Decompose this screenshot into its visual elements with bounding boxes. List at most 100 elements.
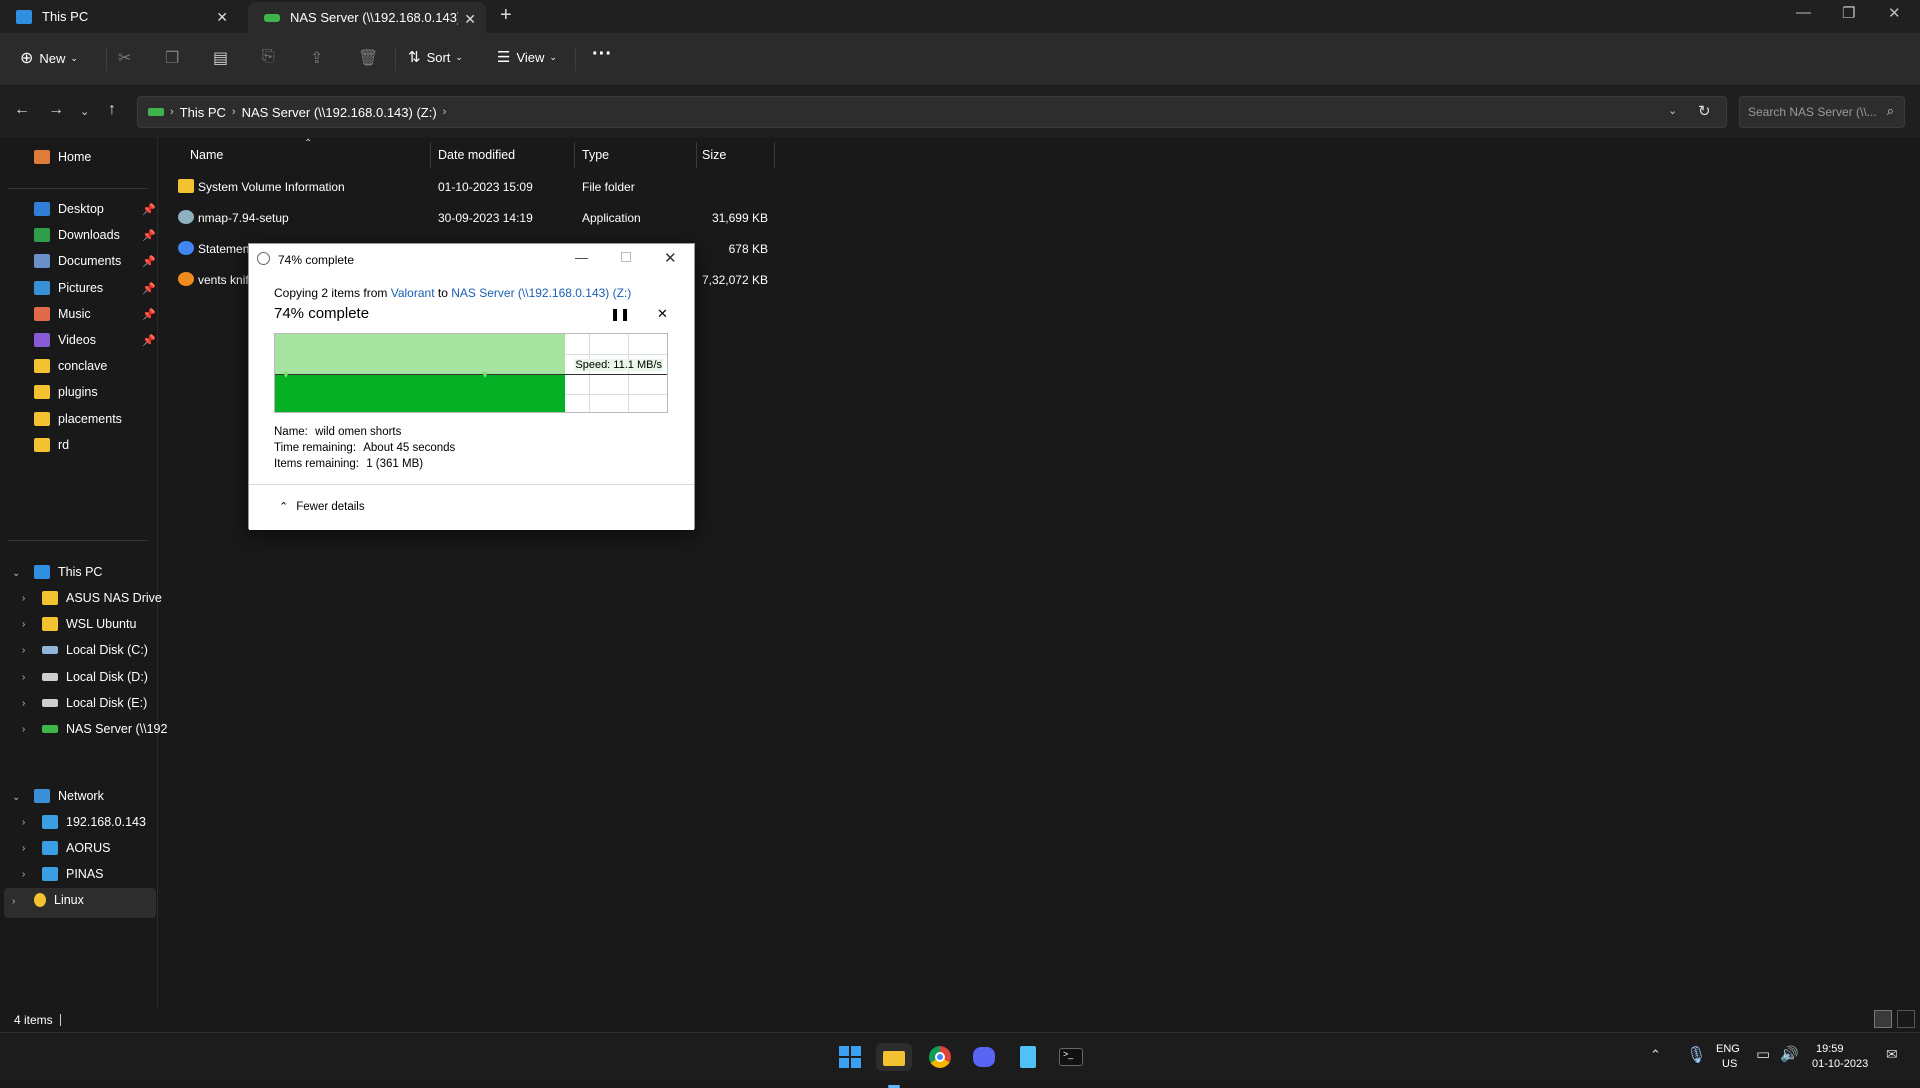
sidebar-item-pictures[interactable]: Pictures: [34, 280, 103, 295]
column-divider[interactable]: [430, 142, 431, 168]
breadcrumb-this-pc[interactable]: This PC: [180, 105, 226, 120]
tab-this-pc[interactable]: This PC ✕: [0, 0, 238, 33]
pin-icon[interactable]: 📌: [142, 229, 156, 242]
close-tab-icon[interactable]: ✕: [216, 9, 228, 26]
cut-icon[interactable]: ✂: [118, 48, 131, 68]
expand-chevron-icon[interactable]: ⌄: [12, 792, 20, 803]
minimize-icon[interactable]: —: [575, 250, 588, 265]
sidebar-item-linux[interactable]: Linux: [34, 893, 84, 907]
paste-icon[interactable]: ▤: [213, 48, 228, 68]
chrome-icon[interactable]: [926, 1043, 954, 1071]
delete-icon[interactable]: 🗑: [358, 48, 378, 68]
close-window-icon[interactable]: ✕: [1888, 4, 1901, 22]
column-header-size[interactable]: Size: [702, 148, 726, 162]
more-options-icon[interactable]: ···: [592, 43, 612, 66]
new-button[interactable]: ⊕ New ⌄: [20, 48, 78, 68]
minimize-icon[interactable]: —: [1796, 4, 1811, 21]
breadcrumb-nas-server[interactable]: NAS Server (\\192.168.0.143) (Z:): [242, 105, 437, 120]
expand-chevron-icon[interactable]: ›: [22, 698, 25, 709]
network-status-icon[interactable]: ▭: [1756, 1045, 1770, 1063]
sidebar-item-videos[interactable]: Videos: [34, 333, 96, 347]
sidebar-item-network-computer[interactable]: PINAS: [42, 867, 104, 882]
expand-chevron-icon[interactable]: ⌄: [12, 568, 20, 579]
destination-link[interactable]: NAS Server (\\192.168.0.143) (Z:): [451, 286, 631, 300]
chevron-up-icon[interactable]: ⌃: [1650, 1047, 1661, 1063]
pause-icon[interactable]: ❚❚: [610, 307, 630, 321]
sidebar-item-drive[interactable]: Local Disk (D:): [42, 670, 148, 684]
expand-chevron-icon[interactable]: ›: [22, 593, 25, 604]
pin-icon[interactable]: 📌: [142, 334, 156, 347]
column-header-name[interactable]: Name: [190, 148, 223, 162]
search-input[interactable]: Search NAS Server (\\... ⌕: [1739, 96, 1905, 128]
back-arrow-icon[interactable]: ←: [14, 101, 30, 119]
pin-icon[interactable]: 📌: [142, 308, 156, 321]
tiles-view-icon[interactable]: [1897, 1010, 1915, 1028]
up-arrow-icon[interactable]: ↑: [108, 101, 116, 119]
sidebar-item-network-computer[interactable]: AORUS: [42, 841, 110, 856]
microphone-icon[interactable]: 🎙: [1686, 1045, 1706, 1065]
file-explorer-icon[interactable]: [876, 1043, 912, 1088]
sidebar-item-placements[interactable]: placements: [34, 411, 122, 426]
expand-chevron-icon[interactable]: ›: [12, 896, 15, 907]
address-bar[interactable]: › This PC › NAS Server (\\192.168.0.143)…: [137, 96, 1727, 128]
rename-icon[interactable]: ⎘: [262, 48, 275, 66]
sidebar-item-desktop[interactable]: Desktop: [34, 202, 104, 216]
sidebar-item-rd[interactable]: rd: [34, 437, 69, 452]
language-top[interactable]: ENG: [1716, 1043, 1740, 1055]
sidebar-item-network[interactable]: Network: [34, 789, 104, 803]
pin-icon[interactable]: 📌: [142, 282, 156, 295]
table-row[interactable]: System Volume Information 01-10-2023 15:0…: [160, 172, 780, 202]
sidebar-item-this-pc[interactable]: This PC: [34, 565, 102, 579]
clock-time[interactable]: 19:59: [1816, 1043, 1844, 1055]
expand-chevron-icon[interactable]: ›: [22, 724, 25, 735]
sidebar-item-plugins[interactable]: plugins: [34, 385, 98, 400]
sidebar-item-drive[interactable]: ASUS NAS Drive: [42, 591, 162, 605]
sidebar-item-drive[interactable]: WSL Ubuntu: [42, 617, 136, 632]
column-divider[interactable]: [774, 142, 775, 168]
close-tab-icon[interactable]: ✕: [464, 11, 476, 28]
clock-date[interactable]: 01-10-2023: [1812, 1058, 1868, 1070]
expand-chevron-icon[interactable]: ›: [22, 817, 25, 828]
view-button[interactable]: ☰ View ⌄: [497, 48, 557, 66]
cancel-icon[interactable]: ✕: [657, 306, 668, 322]
restore-icon[interactable]: ❐: [1842, 4, 1855, 22]
expand-chevron-icon[interactable]: ›: [22, 645, 25, 656]
new-tab-button[interactable]: +: [500, 4, 512, 27]
sidebar-item-network-computer[interactable]: 192.168.0.143: [42, 815, 146, 829]
sidebar-item-documents[interactable]: Documents: [34, 254, 121, 269]
share-icon[interactable]: ⇪: [310, 48, 323, 68]
sidebar-item-conclave[interactable]: conclave: [34, 359, 107, 374]
volume-icon[interactable]: 🔊: [1780, 1045, 1799, 1063]
sort-button[interactable]: ⇅ Sort ⌄: [408, 48, 463, 66]
start-windows-icon[interactable]: [836, 1043, 864, 1071]
column-divider[interactable]: [574, 142, 575, 168]
sidebar-item-drive[interactable]: Local Disk (C:): [42, 643, 148, 657]
expand-chevron-icon[interactable]: ›: [22, 869, 25, 880]
language-bottom[interactable]: US: [1722, 1058, 1737, 1070]
sidebar-item-home[interactable]: Home: [34, 150, 91, 164]
notification-icon[interactable]: ✉: [1886, 1046, 1898, 1063]
sidebar-item-downloads[interactable]: Downloads: [34, 228, 120, 243]
source-folder-link[interactable]: Valorant: [391, 286, 435, 300]
recent-chevron-icon[interactable]: ⌄: [80, 105, 89, 118]
refresh-icon[interactable]: ↻: [1698, 102, 1711, 120]
table-row[interactable]: nmap-7.94-setup 30-09-2023 14:19 Applicati…: [160, 203, 780, 233]
copy-icon[interactable]: ❐: [165, 48, 179, 68]
pin-icon[interactable]: 📌: [142, 255, 156, 268]
address-dropdown-icon[interactable]: ⌄: [1668, 104, 1677, 117]
expand-chevron-icon[interactable]: ›: [22, 843, 25, 854]
column-divider[interactable]: [696, 142, 697, 168]
sidebar-item-drive[interactable]: NAS Server (\\192: [42, 722, 167, 736]
fewer-details-button[interactable]: ⌃ Fewer details: [279, 500, 365, 514]
expand-chevron-icon[interactable]: ›: [22, 672, 25, 683]
forward-arrow-icon[interactable]: →: [48, 101, 64, 119]
column-header-type[interactable]: Type: [582, 148, 609, 162]
column-header-date[interactable]: Date modified: [438, 148, 515, 162]
terminal-icon[interactable]: >_: [1057, 1043, 1085, 1071]
expand-chevron-icon[interactable]: ›: [22, 619, 25, 630]
tab-nas-server[interactable]: NAS Server (\\192.168.0.143) (Z:) ✕: [248, 2, 486, 33]
sidebar-item-drive[interactable]: Local Disk (E:): [42, 696, 147, 710]
discord-icon[interactable]: [970, 1043, 998, 1071]
details-view-icon[interactable]: [1874, 1010, 1892, 1028]
close-icon[interactable]: ✕: [664, 249, 677, 267]
